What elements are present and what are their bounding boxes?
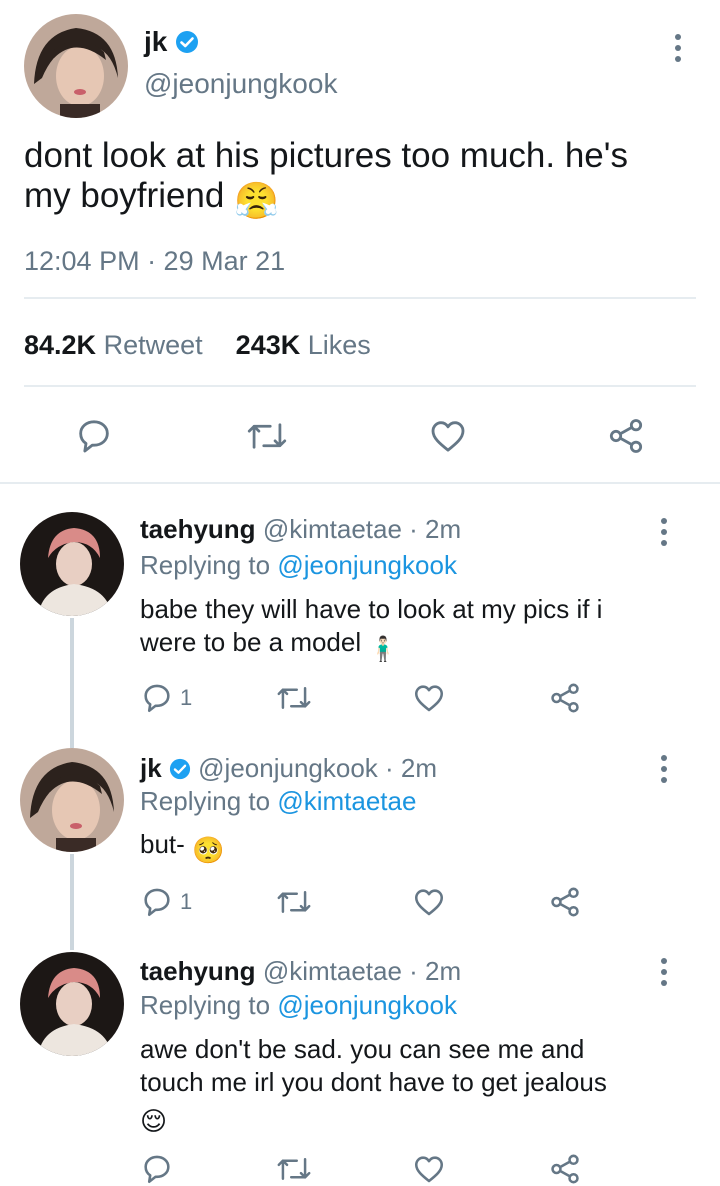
like-button[interactable] — [412, 885, 446, 919]
verified-badge-icon — [175, 29, 199, 61]
divider — [24, 385, 696, 387]
replying-to-prefix: Replying to — [140, 550, 271, 580]
reply3-author-name[interactable]: taehyung — [140, 956, 256, 986]
like-icon — [428, 416, 468, 456]
reply2-text: but- 🥺 — [140, 828, 224, 867]
engagement-stats: 84.2K Retweet 243K Likes — [24, 330, 371, 361]
share-icon — [548, 681, 582, 715]
share-icon — [606, 416, 646, 456]
main-tweet-emoji: 😤 — [234, 180, 279, 221]
like-icon — [412, 885, 446, 919]
more-options-icon[interactable] — [654, 755, 674, 783]
reply1-text: babe they will have to look at my pics i… — [140, 593, 602, 666]
reply-icon — [140, 681, 174, 715]
reply1-meta[interactable]: @kimtaetae · 2m — [263, 514, 461, 544]
replying-to-link[interactable]: @kimtaetae — [277, 786, 416, 816]
avatar-taehyung[interactable] — [20, 512, 124, 616]
reply-button[interactable] — [74, 416, 114, 456]
like-button[interactable] — [412, 681, 446, 715]
reply-icon — [140, 885, 174, 919]
main-tweet-timestamp[interactable]: 12:04 PM · 29 Mar 21 — [24, 246, 285, 277]
reply2-emoji: 🥺 — [192, 835, 225, 865]
divider — [0, 482, 720, 484]
thread-line — [70, 618, 74, 748]
reply-icon — [74, 416, 114, 456]
reply3-line2: touch me irl you dont have to get jealou… — [140, 1067, 607, 1097]
retweet-count[interactable]: 84.2K — [24, 330, 96, 360]
main-author-name[interactable]: jk — [144, 26, 167, 57]
more-options-icon[interactable] — [654, 518, 674, 546]
reply-button[interactable] — [140, 1152, 174, 1186]
reply3-meta[interactable]: @kimtaetae · 2m — [263, 956, 461, 986]
share-icon — [548, 1152, 582, 1186]
like-button[interactable] — [412, 1152, 446, 1186]
replying-to-link[interactable]: @jeonjungkook — [277, 990, 457, 1020]
reply-button[interactable]: 1 — [140, 681, 192, 715]
like-icon — [412, 681, 446, 715]
more-options-icon[interactable] — [654, 958, 674, 986]
reply2-meta[interactable]: @jeonjungkook · 2m — [198, 753, 437, 783]
likes-label[interactable]: Likes — [308, 330, 371, 360]
verified-badge-icon — [169, 756, 191, 787]
reply-icon — [140, 1152, 174, 1186]
thread-line — [70, 854, 74, 950]
avatar-jk[interactable] — [24, 14, 128, 118]
reply1-line1: babe they will have to look at my pics i… — [140, 594, 603, 624]
reply1-line2: were to be a model — [140, 627, 362, 657]
reply1-author-name[interactable]: taehyung — [140, 514, 256, 544]
retweet-icon — [246, 416, 288, 456]
retweet-icon — [276, 681, 312, 715]
replying-to-prefix: Replying to — [140, 990, 271, 1020]
retweet-button[interactable] — [276, 885, 312, 919]
reply2-author-name[interactable]: jk — [140, 753, 162, 783]
like-icon — [412, 1152, 446, 1186]
avatar-jk[interactable] — [20, 748, 124, 852]
retweet-icon — [276, 1152, 312, 1186]
retweet-label[interactable]: Retweet — [104, 330, 203, 360]
share-button[interactable] — [548, 885, 582, 919]
main-tweet-line1: dont look at his pictures too much. he's — [24, 136, 628, 175]
reply1-emoji: 🧍🏻‍♂️ — [368, 636, 399, 663]
reply3-text: awe don't be sad. you can see me and tou… — [140, 1033, 607, 1138]
reply2-line1: but- — [140, 829, 185, 859]
share-button[interactable] — [548, 681, 582, 715]
likes-count[interactable]: 243K — [236, 330, 301, 360]
reply3-emoji: 😌 — [140, 1106, 168, 1136]
retweet-icon — [276, 885, 312, 919]
like-button[interactable] — [428, 416, 468, 456]
avatar-taehyung[interactable] — [20, 952, 124, 1056]
reply3-line1: awe don't be sad. you can see me and — [140, 1034, 585, 1064]
more-options-icon[interactable] — [668, 34, 688, 62]
retweet-button[interactable] — [246, 416, 288, 456]
replying-to-link[interactable]: @jeonjungkook — [277, 550, 457, 580]
share-button[interactable] — [606, 416, 646, 456]
share-icon — [548, 885, 582, 919]
retweet-button[interactable] — [276, 681, 312, 715]
share-button[interactable] — [548, 1152, 582, 1186]
main-tweet-line2: my boyfriend — [24, 176, 225, 215]
replying-to-prefix: Replying to — [140, 786, 271, 816]
main-tweet-text: dont look at his pictures too much. he's… — [24, 136, 704, 221]
reply-count: 1 — [180, 685, 193, 710]
reply-count: 1 — [180, 889, 193, 914]
reply-button[interactable]: 1 — [140, 885, 192, 919]
retweet-button[interactable] — [276, 1152, 312, 1186]
divider — [24, 297, 696, 299]
main-author-handle[interactable]: @jeonjungkook — [144, 68, 337, 100]
